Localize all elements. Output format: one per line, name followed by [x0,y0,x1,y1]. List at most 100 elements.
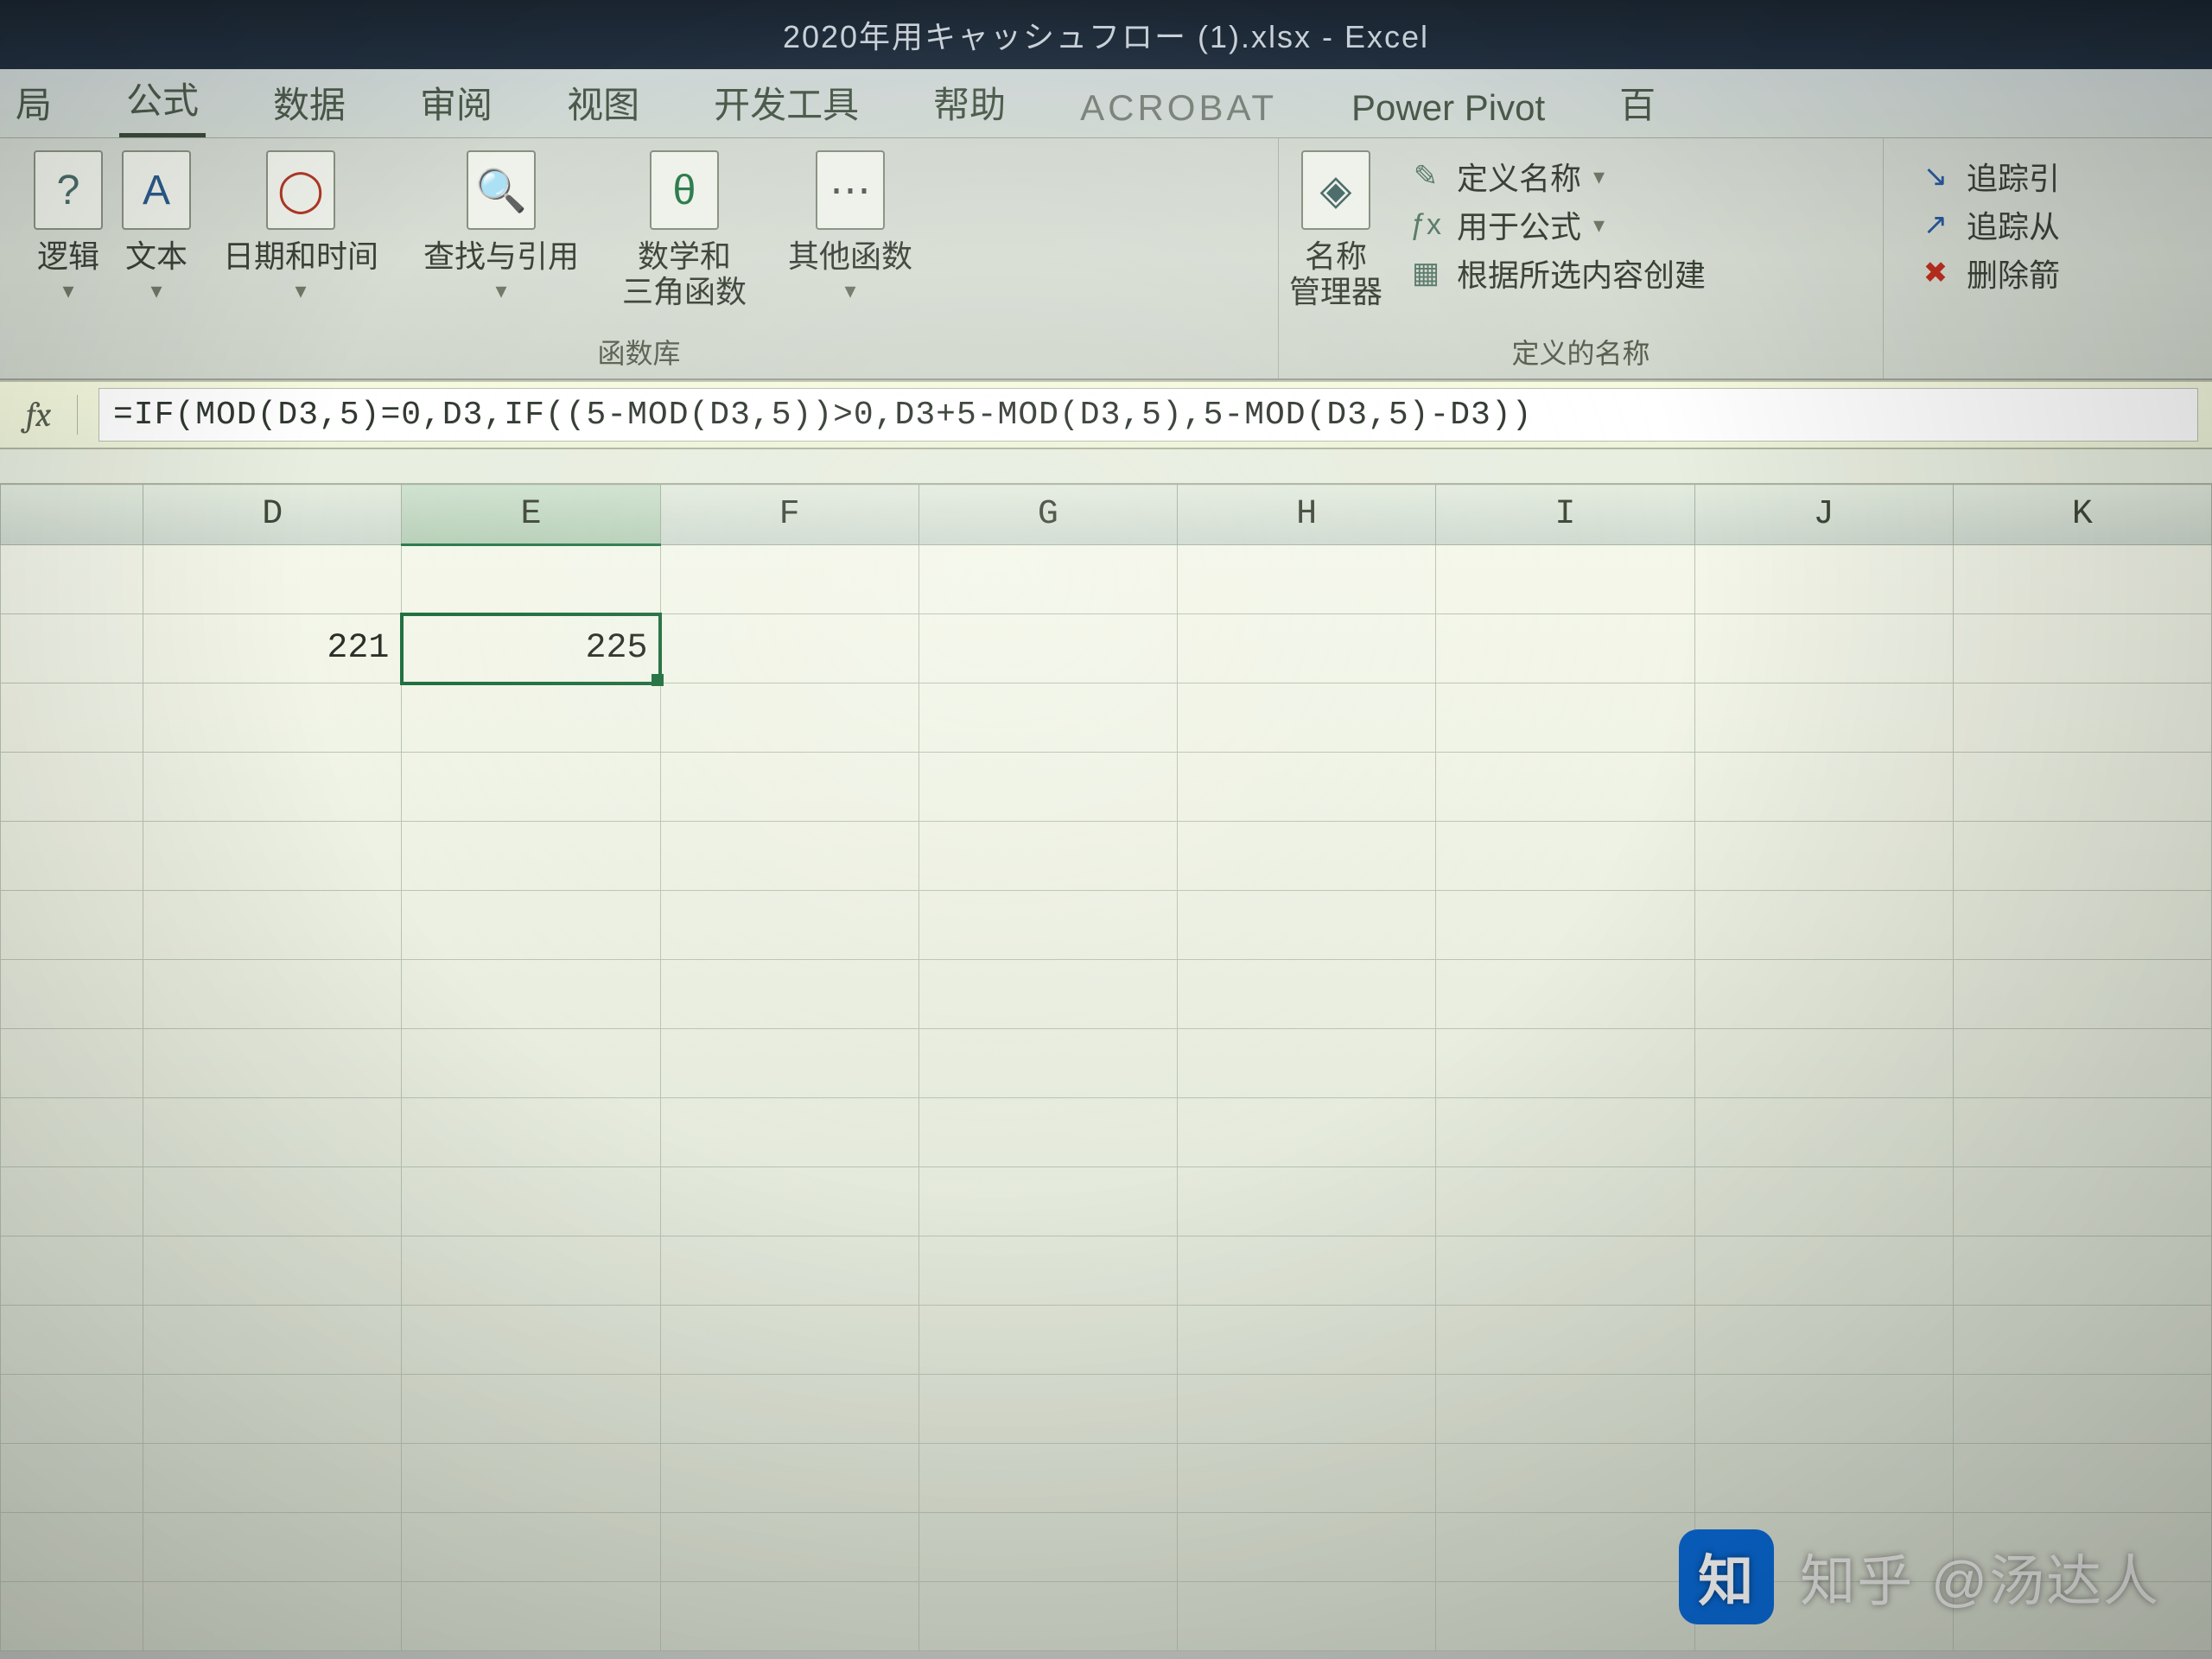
cell[interactable] [1953,960,2211,1029]
cell[interactable] [1,1582,143,1651]
cell[interactable] [402,822,660,891]
cell[interactable] [1,614,143,683]
name-manager-button[interactable]: ◈ 名称 管理器 [1286,147,1386,314]
cell[interactable] [660,545,918,614]
cell[interactable] [143,1029,402,1098]
cell[interactable] [918,1582,1177,1651]
cell[interactable] [1436,614,1694,683]
cell[interactable] [1436,1444,1694,1513]
cell[interactable] [918,753,1177,822]
cell[interactable] [402,1167,660,1236]
cell[interactable] [1178,614,1436,683]
logical-button[interactable]: ? 逻辑 ▾ [29,147,107,308]
cell[interactable] [1436,1306,1694,1375]
cell[interactable] [660,1582,918,1651]
cell[interactable] [1953,1098,2211,1167]
cell[interactable] [1178,1375,1436,1444]
tab-developer[interactable]: 开发工具 [707,71,866,137]
cell[interactable] [1178,1167,1436,1236]
tab-formulas[interactable]: 公式 [119,67,206,137]
formula-input[interactable] [99,388,2198,442]
trace-dependents-button[interactable]: ↗ 追踪从 [1916,202,2060,247]
col-head-H[interactable]: H [1178,485,1436,545]
insert-function-button[interactable]: fx [0,395,78,435]
cell[interactable] [402,545,660,614]
cell[interactable] [660,822,918,891]
cell[interactable] [1694,614,1953,683]
cell[interactable] [1694,1306,1953,1375]
cell[interactable] [1178,683,1436,753]
cell[interactable] [143,753,402,822]
cell[interactable] [1436,545,1694,614]
text-button[interactable]: A 文本 ▾ [118,147,195,308]
cell[interactable] [1,1444,143,1513]
cell[interactable] [1,1375,143,1444]
cell[interactable] [660,614,918,683]
cell[interactable] [1436,1375,1694,1444]
cell[interactable] [1,545,143,614]
cell[interactable] [1694,1029,1953,1098]
cell[interactable] [1694,1375,1953,1444]
cell[interactable] [660,891,918,960]
cell[interactable] [402,1029,660,1098]
cell[interactable] [1953,614,2211,683]
cell[interactable] [1,960,143,1029]
cell[interactable] [918,614,1177,683]
col-head-I[interactable]: I [1436,485,1694,545]
cell[interactable] [1694,1167,1953,1236]
cell[interactable] [918,545,1177,614]
cell[interactable] [1,1098,143,1167]
cell[interactable] [918,1444,1177,1513]
cell[interactable] [1436,683,1694,753]
more-functions-button[interactable]: ⋯ 其他函数 ▾ [772,147,928,308]
cell[interactable] [918,960,1177,1029]
cell-E3-selected[interactable]: 225 [402,614,660,683]
tab-view[interactable]: 视图 [560,71,646,137]
col-head-D[interactable]: D [143,485,402,545]
cell[interactable] [1,1513,143,1582]
cell[interactable] [918,1029,1177,1098]
cell[interactable] [143,1098,402,1167]
cell[interactable] [1953,1306,2211,1375]
cell[interactable] [402,891,660,960]
cell[interactable] [1953,1167,2211,1236]
tab-review[interactable]: 审阅 [413,71,499,137]
cell[interactable] [660,1306,918,1375]
cell[interactable] [660,1098,918,1167]
cell[interactable] [1178,891,1436,960]
cell[interactable] [660,683,918,753]
cell[interactable] [1436,1582,1694,1651]
cell[interactable] [660,1513,918,1582]
cell[interactable] [1,891,143,960]
cell[interactable] [402,960,660,1029]
cell[interactable] [1,822,143,891]
cell[interactable] [660,1236,918,1306]
cell[interactable] [918,891,1177,960]
cell[interactable] [143,1167,402,1236]
cell[interactable] [143,1513,402,1582]
cell[interactable] [1953,891,2211,960]
cell[interactable] [1178,1098,1436,1167]
cell[interactable] [1178,1582,1436,1651]
cell[interactable] [143,545,402,614]
cell[interactable] [1436,1029,1694,1098]
remove-arrows-button[interactable]: ✖ 删除箭 [1916,251,2060,296]
cell[interactable] [1,1029,143,1098]
cell[interactable] [1178,1236,1436,1306]
col-head-F[interactable]: F [660,485,918,545]
lookup-button[interactable]: 🔍 查找与引用 ▾ [406,147,596,308]
cell[interactable] [1436,1167,1694,1236]
tab-powerpivot[interactable]: Power Pivot [1344,82,1552,137]
cell[interactable] [660,1029,918,1098]
trace-precedents-button[interactable]: ↘ 追踪引 [1916,154,2060,199]
cell[interactable] [660,1444,918,1513]
cell[interactable] [1694,1444,1953,1513]
cell[interactable] [402,1098,660,1167]
cell[interactable] [1,1306,143,1375]
cell[interactable] [402,683,660,753]
cell[interactable] [1694,960,1953,1029]
cell[interactable] [660,1167,918,1236]
cell[interactable] [918,1513,1177,1582]
cell[interactable] [402,1582,660,1651]
cell[interactable] [660,1375,918,1444]
